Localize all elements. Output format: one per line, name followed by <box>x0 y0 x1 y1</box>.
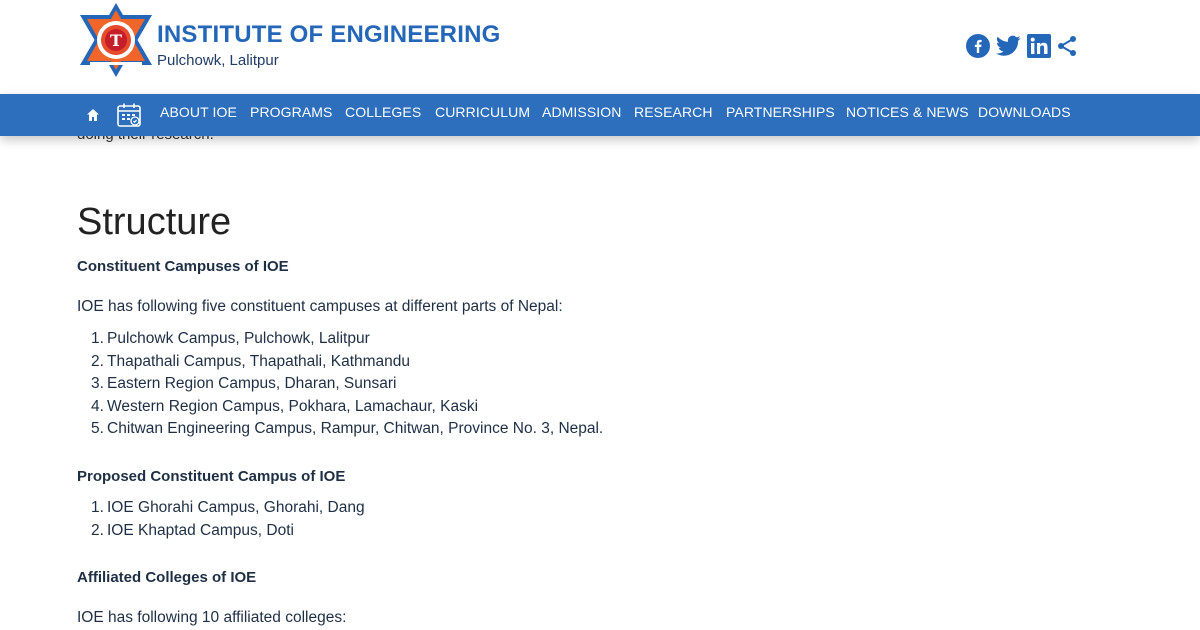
nav-item-colleges[interactable]: COLLEGES <box>345 94 421 136</box>
section-heading-constituent: Constituent Campuses of IOE <box>77 258 289 275</box>
nav-item-notices-news[interactable]: NOTICES & NEWS <box>846 94 969 136</box>
section-heading-affiliated: Affiliated Colleges of IOE <box>77 569 257 586</box>
list-item: 2. IOE Khaptad Campus, Doti <box>91 521 294 539</box>
calendar-icon[interactable] <box>116 94 142 136</box>
nav-item-research[interactable]: RESEARCH <box>634 94 713 136</box>
nav-item-admission[interactable]: ADMISSION <box>542 94 621 136</box>
nav-item-downloads[interactable]: DOWNLOADS <box>978 94 1071 136</box>
constituent-intro: IOE has following five constituent campu… <box>77 298 563 315</box>
list-item: 1. Pulchowk Campus, Pulchowk, Lalitpur <box>91 330 370 347</box>
site-location: Pulchowk, Lalitpur <box>157 52 279 69</box>
twitter-icon[interactable] <box>996 33 1021 59</box>
home-icon[interactable] <box>86 94 100 136</box>
proposed-campus-list: 1. IOE Ghorahi Campus, Ghorahi, Dang 2. IO… <box>91 497 365 542</box>
linkedin-icon[interactable] <box>1027 33 1051 59</box>
facebook-icon[interactable] <box>966 33 990 59</box>
list-item: 5. Chitwan Engineering Campus, Rampur, Ch… <box>91 420 604 438</box>
svg-text:T: T <box>110 31 122 50</box>
nav-item-programs[interactable]: PROGRAMS <box>250 94 332 136</box>
nav-item-partnerships[interactable]: PARTNERSHIPS <box>726 94 835 136</box>
affiliated-intro: IOE has following 10 affiliated colleges… <box>77 609 347 626</box>
list-item: 1. IOE Ghorahi Campus, Ghorahi, Dang <box>91 499 365 516</box>
share-icon[interactable] <box>1056 33 1078 59</box>
list-item: 3. Eastern Region Campus, Dharan, Sunsari <box>91 375 397 393</box>
site-header: T INSTITUTE OF ENGINEERING Pulchowk, Lal… <box>0 0 1200 94</box>
section-heading-proposed: Proposed Constituent Campus of IOE <box>77 468 346 485</box>
constituent-campus-list: 1. Pulchowk Campus, Pulchowk, Lalitpur 2.… <box>91 328 603 441</box>
list-item: 2. Thapathali Campus, Thapathali, Kathman… <box>91 352 411 370</box>
site-title[interactable]: INSTITUTE OF ENGINEERING <box>157 21 500 49</box>
nav-item-about-ioe[interactable]: ABOUT IOE <box>160 94 237 136</box>
ioe-star-logo-icon[interactable]: T <box>76 1 156 79</box>
main-nav: ABOUT IOE PROGRAMS COLLEGES CURRICULUM A… <box>0 94 1200 136</box>
nav-item-curriculum[interactable]: CURRICULUM <box>435 94 530 136</box>
page-title: Structure <box>77 201 232 243</box>
list-item: 4. Western Region Campus, Pokhara, Lamach… <box>91 397 479 415</box>
